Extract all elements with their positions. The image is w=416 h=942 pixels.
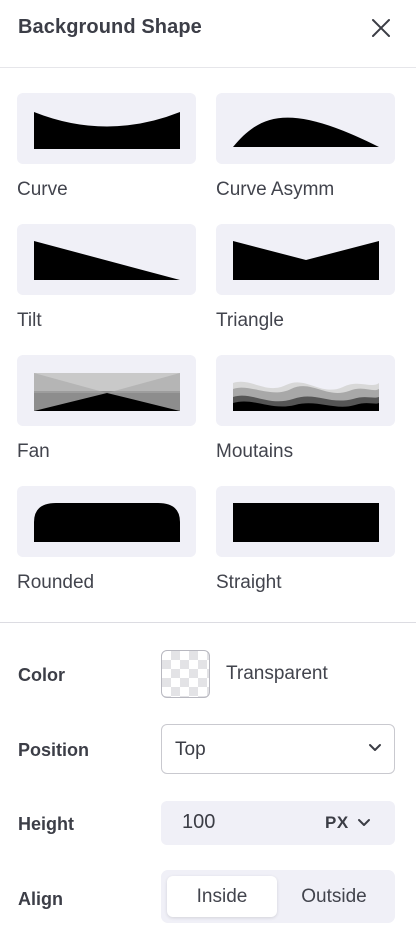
chevron-down-icon <box>369 744 381 751</box>
fan-shape-icon <box>33 372 180 411</box>
shape-label: Fan <box>17 441 50 462</box>
height-field: 100 PX <box>161 801 395 845</box>
shape-option-rounded[interactable]: Rounded <box>17 486 196 617</box>
align-option-outside[interactable]: Outside <box>279 876 389 917</box>
straight-shape-icon <box>232 502 379 542</box>
shape-grid: Curve Curve Asymm Tilt Triangle Fan Mout… <box>17 93 397 617</box>
shape-thumbnail <box>216 486 395 557</box>
panel-header: Background Shape <box>0 0 416 68</box>
height-input[interactable]: 100 <box>182 811 282 834</box>
shape-option-mountains[interactable]: Moutains <box>216 355 395 486</box>
panel-title: Background Shape <box>18 16 202 38</box>
shape-label: Curve Asymm <box>216 179 335 200</box>
shape-label: Triangle <box>216 310 284 331</box>
shape-thumbnail <box>216 355 395 426</box>
position-select[interactable]: Top <box>161 724 395 774</box>
shape-option-tilt[interactable]: Tilt <box>17 224 196 355</box>
shape-label: Tilt <box>17 310 42 331</box>
shape-thumbnail <box>216 224 395 295</box>
position-label: Position <box>18 740 89 760</box>
shape-label: Moutains <box>216 441 294 462</box>
align-label: Align <box>18 889 63 909</box>
shape-thumbnail <box>17 224 196 295</box>
section-divider <box>0 622 416 623</box>
shape-label: Curve <box>17 179 68 200</box>
close-button[interactable] <box>366 13 396 43</box>
shape-label: Rounded <box>17 572 95 593</box>
shape-thumbnail <box>17 486 196 557</box>
shape-thumbnail <box>216 93 395 164</box>
color-value: Transparent <box>226 663 328 684</box>
tilt-shape-icon <box>33 240 180 280</box>
align-toggle: Inside Outside <box>161 870 395 923</box>
shape-option-fan[interactable]: Fan <box>17 355 196 486</box>
height-label: Height <box>18 814 74 834</box>
shape-thumbnail <box>17 355 196 426</box>
shape-option-curve[interactable]: Curve <box>17 93 196 224</box>
color-label: Color <box>18 665 65 685</box>
mountains-shape-icon <box>232 381 379 411</box>
unit-select[interactable]: PX <box>325 801 389 845</box>
curve-shape-icon <box>33 111 180 149</box>
shape-label: Straight <box>216 572 282 593</box>
chevron-down-icon <box>357 819 370 826</box>
rounded-shape-icon <box>33 502 180 542</box>
shape-option-triangle[interactable]: Triangle <box>216 224 395 355</box>
curve-asymm-shape-icon <box>232 117 379 147</box>
color-swatch[interactable] <box>161 650 210 698</box>
shape-option-curve-asymm[interactable]: Curve Asymm <box>216 93 395 224</box>
background-shape-panel: Background Shape Curve Curve Asymm Tilt … <box>0 0 416 942</box>
position-value: Top <box>175 739 206 760</box>
close-icon <box>372 19 390 37</box>
unit-value: PX <box>325 813 349 832</box>
shape-thumbnail <box>17 93 196 164</box>
align-option-inside[interactable]: Inside <box>167 876 277 917</box>
triangle-shape-icon <box>232 240 379 280</box>
shape-option-straight[interactable]: Straight <box>216 486 395 617</box>
